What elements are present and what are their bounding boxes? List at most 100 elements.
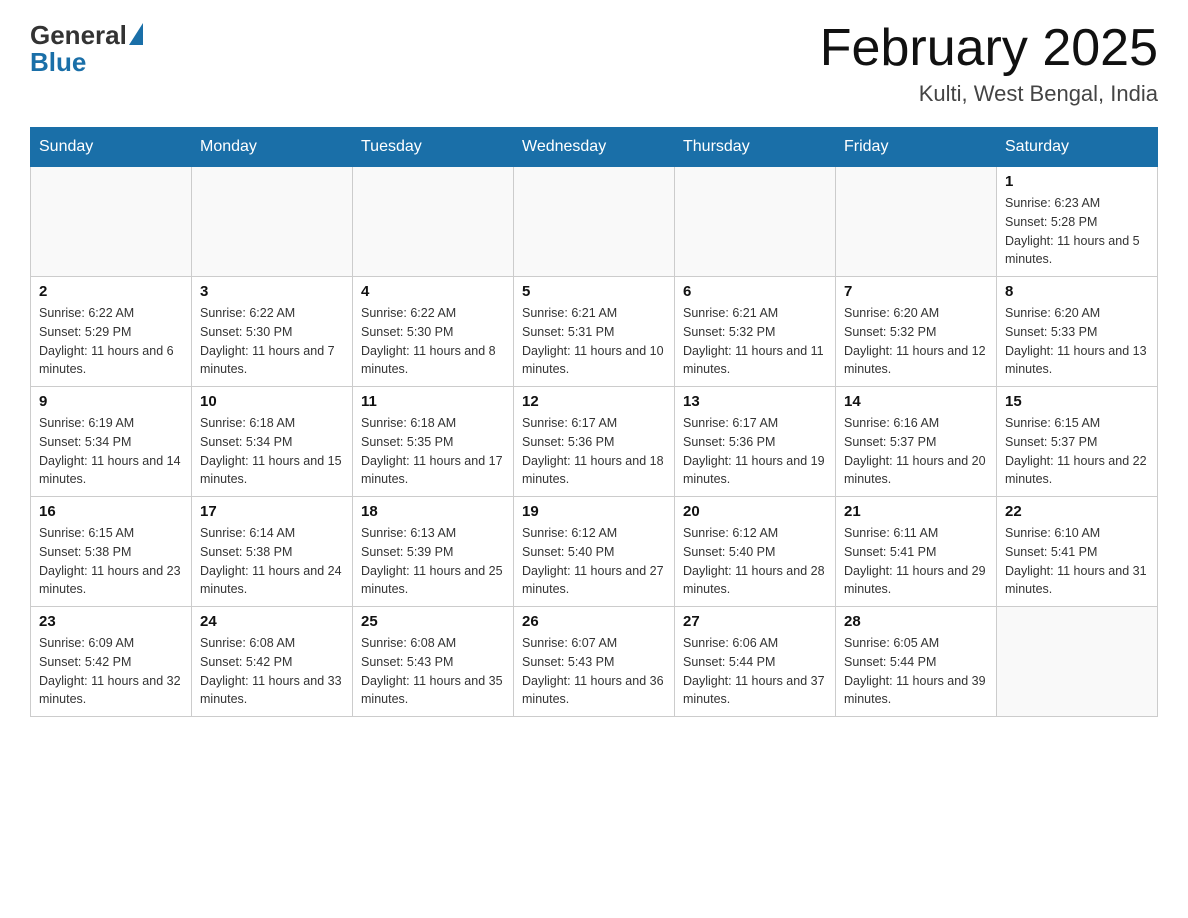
day-number: 18 <box>361 503 505 520</box>
day-info: Sunrise: 6:16 AMSunset: 5:37 PMDaylight:… <box>844 414 988 489</box>
day-number: 28 <box>844 613 988 630</box>
calendar-cell: 12 Sunrise: 6:17 AMSunset: 5:36 PMDayligh… <box>514 387 675 497</box>
calendar-cell <box>353 167 514 277</box>
day-header-monday: Monday <box>192 128 353 167</box>
calendar-cell: 2 Sunrise: 6:22 AMSunset: 5:29 PMDaylight… <box>31 277 192 387</box>
day-info: Sunrise: 6:18 AMSunset: 5:34 PMDaylight:… <box>200 414 344 489</box>
day-info: Sunrise: 6:22 AMSunset: 5:30 PMDaylight:… <box>200 304 344 379</box>
calendar-cell: 27 Sunrise: 6:06 AMSunset: 5:44 PMDayligh… <box>675 607 836 717</box>
calendar-cell: 28 Sunrise: 6:05 AMSunset: 5:44 PMDayligh… <box>836 607 997 717</box>
title-section: February 2025 Kulti, West Bengal, India <box>820 20 1158 107</box>
day-number: 1 <box>1005 173 1149 190</box>
calendar-cell: 17 Sunrise: 6:14 AMSunset: 5:38 PMDayligh… <box>192 497 353 607</box>
calendar-cell: 11Sunrise: 6:18 AMSunset: 5:35 PMDayligh… <box>353 387 514 497</box>
day-info: Sunrise: 6:08 AMSunset: 5:43 PMDaylight:… <box>361 634 505 709</box>
page-header: General Blue February 2025 Kulti, West B… <box>30 20 1158 107</box>
day-number: 23 <box>39 613 183 630</box>
calendar-cell <box>514 167 675 277</box>
calendar-cell: 10 Sunrise: 6:18 AMSunset: 5:34 PMDayligh… <box>192 387 353 497</box>
day-info: Sunrise: 6:14 AMSunset: 5:38 PMDaylight:… <box>200 524 344 599</box>
day-info: Sunrise: 6:17 AMSunset: 5:36 PMDaylight:… <box>683 414 827 489</box>
calendar-cell: 14 Sunrise: 6:16 AMSunset: 5:37 PMDayligh… <box>836 387 997 497</box>
calendar-cell: 19 Sunrise: 6:12 AMSunset: 5:40 PMDayligh… <box>514 497 675 607</box>
calendar-cell: 7 Sunrise: 6:20 AMSunset: 5:32 PMDaylight… <box>836 277 997 387</box>
week-row-3: 9Sunrise: 6:19 AMSunset: 5:34 PMDaylight… <box>31 387 1158 497</box>
location-text: Kulti, West Bengal, India <box>820 81 1158 107</box>
calendar-cell <box>31 167 192 277</box>
day-number: 7 <box>844 283 988 300</box>
day-info: Sunrise: 6:15 AMSunset: 5:37 PMDaylight:… <box>1005 414 1149 489</box>
day-info: Sunrise: 6:11 AMSunset: 5:41 PMDaylight:… <box>844 524 988 599</box>
day-info: Sunrise: 6:22 AMSunset: 5:30 PMDaylight:… <box>361 304 505 379</box>
calendar-cell: 26 Sunrise: 6:07 AMSunset: 5:43 PMDayligh… <box>514 607 675 717</box>
day-number: 13 <box>683 393 827 410</box>
calendar-cell <box>836 167 997 277</box>
day-number: 26 <box>522 613 666 630</box>
day-info: Sunrise: 6:12 AMSunset: 5:40 PMDaylight:… <box>522 524 666 599</box>
day-info: Sunrise: 6:22 AMSunset: 5:29 PMDaylight:… <box>39 304 183 379</box>
week-row-2: 2 Sunrise: 6:22 AMSunset: 5:29 PMDaylight… <box>31 277 1158 387</box>
day-number: 21 <box>844 503 988 520</box>
calendar-cell: 25 Sunrise: 6:08 AMSunset: 5:43 PMDayligh… <box>353 607 514 717</box>
day-number: 14 <box>844 393 988 410</box>
day-info: Sunrise: 6:23 AMSunset: 5:28 PMDaylight:… <box>1005 194 1149 269</box>
day-number: 8 <box>1005 283 1149 300</box>
calendar-cell: 16Sunrise: 6:15 AMSunset: 5:38 PMDayligh… <box>31 497 192 607</box>
calendar-cell: 20Sunrise: 6:12 AMSunset: 5:40 PMDayligh… <box>675 497 836 607</box>
day-number: 6 <box>683 283 827 300</box>
logo: General Blue <box>30 20 143 78</box>
day-info: Sunrise: 6:20 AMSunset: 5:33 PMDaylight:… <box>1005 304 1149 379</box>
calendar-cell: 24Sunrise: 6:08 AMSunset: 5:42 PMDayligh… <box>192 607 353 717</box>
day-info: Sunrise: 6:12 AMSunset: 5:40 PMDaylight:… <box>683 524 827 599</box>
day-info: Sunrise: 6:10 AMSunset: 5:41 PMDaylight:… <box>1005 524 1149 599</box>
day-info: Sunrise: 6:17 AMSunset: 5:36 PMDaylight:… <box>522 414 666 489</box>
day-number: 11 <box>361 393 505 410</box>
calendar-cell <box>997 607 1158 717</box>
week-row-4: 16Sunrise: 6:15 AMSunset: 5:38 PMDayligh… <box>31 497 1158 607</box>
day-number: 4 <box>361 283 505 300</box>
day-number: 25 <box>361 613 505 630</box>
day-number: 17 <box>200 503 344 520</box>
calendar-table: SundayMondayTuesdayWednesdayThursdayFrid… <box>30 127 1158 717</box>
calendar-cell: 4 Sunrise: 6:22 AMSunset: 5:30 PMDaylight… <box>353 277 514 387</box>
week-row-1: 1 Sunrise: 6:23 AMSunset: 5:28 PMDaylight… <box>31 167 1158 277</box>
month-title: February 2025 <box>820 20 1158 77</box>
day-number: 2 <box>39 283 183 300</box>
calendar-cell: 13 Sunrise: 6:17 AMSunset: 5:36 PMDayligh… <box>675 387 836 497</box>
calendar-cell: 6 Sunrise: 6:21 AMSunset: 5:32 PMDaylight… <box>675 277 836 387</box>
day-number: 22 <box>1005 503 1149 520</box>
calendar-cell: 23 Sunrise: 6:09 AMSunset: 5:42 PMDayligh… <box>31 607 192 717</box>
days-header-row: SundayMondayTuesdayWednesdayThursdayFrid… <box>31 128 1158 167</box>
calendar-cell <box>192 167 353 277</box>
day-header-sunday: Sunday <box>31 128 192 167</box>
day-info: Sunrise: 6:08 AMSunset: 5:42 PMDaylight:… <box>200 634 344 709</box>
day-info: Sunrise: 6:13 AMSunset: 5:39 PMDaylight:… <box>361 524 505 599</box>
day-number: 27 <box>683 613 827 630</box>
calendar-cell: 15Sunrise: 6:15 AMSunset: 5:37 PMDayligh… <box>997 387 1158 497</box>
day-number: 16 <box>39 503 183 520</box>
day-number: 10 <box>200 393 344 410</box>
calendar-cell: 8 Sunrise: 6:20 AMSunset: 5:33 PMDaylight… <box>997 277 1158 387</box>
day-info: Sunrise: 6:05 AMSunset: 5:44 PMDaylight:… <box>844 634 988 709</box>
day-info: Sunrise: 6:07 AMSunset: 5:43 PMDaylight:… <box>522 634 666 709</box>
day-header-thursday: Thursday <box>675 128 836 167</box>
calendar-cell <box>675 167 836 277</box>
day-info: Sunrise: 6:06 AMSunset: 5:44 PMDaylight:… <box>683 634 827 709</box>
calendar-cell: 5Sunrise: 6:21 AMSunset: 5:31 PMDaylight… <box>514 277 675 387</box>
day-info: Sunrise: 6:21 AMSunset: 5:32 PMDaylight:… <box>683 304 827 379</box>
day-number: 12 <box>522 393 666 410</box>
logo-blue-text: Blue <box>30 47 86 78</box>
day-info: Sunrise: 6:09 AMSunset: 5:42 PMDaylight:… <box>39 634 183 709</box>
day-number: 3 <box>200 283 344 300</box>
day-number: 19 <box>522 503 666 520</box>
week-row-5: 23 Sunrise: 6:09 AMSunset: 5:42 PMDayligh… <box>31 607 1158 717</box>
calendar-cell: 22 Sunrise: 6:10 AMSunset: 5:41 PMDayligh… <box>997 497 1158 607</box>
calendar-cell: 9Sunrise: 6:19 AMSunset: 5:34 PMDaylight… <box>31 387 192 497</box>
day-info: Sunrise: 6:20 AMSunset: 5:32 PMDaylight:… <box>844 304 988 379</box>
logo-triangle-icon <box>129 23 143 45</box>
calendar-cell: 3 Sunrise: 6:22 AMSunset: 5:30 PMDaylight… <box>192 277 353 387</box>
day-header-tuesday: Tuesday <box>353 128 514 167</box>
calendar-cell: 18 Sunrise: 6:13 AMSunset: 5:39 PMDayligh… <box>353 497 514 607</box>
day-number: 9 <box>39 393 183 410</box>
day-header-friday: Friday <box>836 128 997 167</box>
